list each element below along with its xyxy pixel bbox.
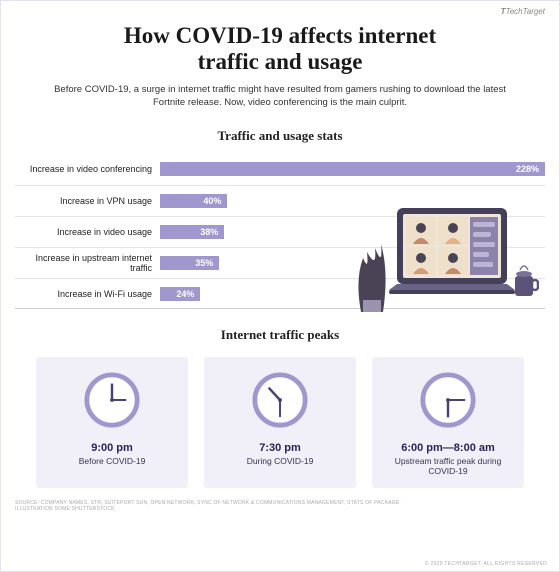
peak-label: During COVID-19 <box>212 456 348 466</box>
peak-time: 9:00 pm <box>44 442 180 454</box>
bar-label: Increase in video conferencing <box>15 164 160 174</box>
peaks-row: 9:00 pm Before COVID-19 7:30 pm During C… <box>15 357 545 488</box>
bar-label: Increase in upstream internet traffic <box>15 253 160 273</box>
section-title-peaks: Internet traffic peaks <box>15 327 545 343</box>
bar: 24% <box>160 287 200 301</box>
bar: 40% <box>160 194 227 208</box>
peak-card: 9:00 pm Before COVID-19 <box>36 357 188 488</box>
brand-logo: TTechTarget <box>501 7 545 16</box>
peak-label: Before COVID-19 <box>44 456 180 466</box>
bar-row: Increase in video conferencing 228% <box>15 154 545 185</box>
bar-label: Increase in video usage <box>15 227 160 237</box>
infographic-frame: TTechTarget How COVID-19 affects interne… <box>0 0 560 572</box>
bar: 35% <box>160 256 219 270</box>
page-subtitle: Before COVID-19, a surge in internet tra… <box>45 84 515 110</box>
sources-text: SOURCE: COMPANY NAMES, STR, SUITEPORT SU… <box>15 500 545 513</box>
bar: 38% <box>160 225 224 239</box>
section-title-traffic: Traffic and usage stats <box>15 128 545 144</box>
peak-time: 6:00 pm—8:00 am <box>380 442 516 454</box>
bar-chart: Increase in video conferencing 228% Incr… <box>15 154 545 309</box>
bar: 228% <box>160 162 545 176</box>
peak-card: 6:00 pm—8:00 am Upstream traffic peak du… <box>372 357 524 488</box>
page-title: How COVID-19 affects internet traffic an… <box>15 23 545 76</box>
clock-icon <box>83 371 141 429</box>
clock-icon <box>419 371 477 429</box>
peak-card: 7:30 pm During COVID-19 <box>204 357 356 488</box>
bar-row: Increase in upstream internet traffic 35… <box>15 247 545 278</box>
footer-copyright: © 2020 TECHTARGET. ALL RIGHTS RESERVED <box>425 561 547 567</box>
bar-label: Increase in VPN usage <box>15 196 160 206</box>
peak-label: Upstream traffic peak during COVID-19 <box>380 456 516 476</box>
bar-label: Increase in Wi-Fi usage <box>15 289 160 299</box>
bar-row: Increase in Wi-Fi usage 24% <box>15 278 545 309</box>
clock-icon <box>251 371 309 429</box>
peak-time: 7:30 pm <box>212 442 348 454</box>
bar-row: Increase in VPN usage 40% <box>15 185 545 216</box>
bar-row: Increase in video usage 38% <box>15 216 545 247</box>
